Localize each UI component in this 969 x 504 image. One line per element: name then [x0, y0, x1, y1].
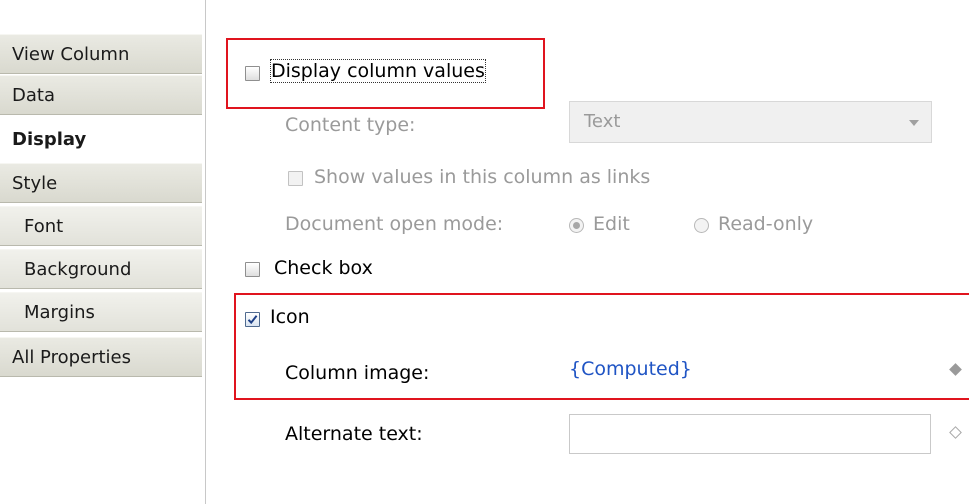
chevron-down-icon	[909, 120, 919, 126]
show-links-label: Show values in this column as links	[314, 166, 651, 188]
column-image-label: Column image:	[285, 362, 430, 384]
content-type-value: Text	[584, 111, 621, 132]
icon-checkbox[interactable]	[245, 312, 260, 327]
open-mode-edit-label: Edit	[593, 213, 630, 235]
icon-label: Icon	[270, 306, 310, 328]
alternate-text-label: Alternate text:	[285, 423, 423, 445]
property-nav: View Column Data Display Style Font Back…	[0, 0, 205, 504]
open-mode-edit-radio[interactable]	[569, 218, 584, 233]
display-values-label[interactable]: Display column values	[270, 59, 486, 83]
nav-item-background[interactable]: Background	[0, 249, 202, 289]
nav-item-all-properties[interactable]: All Properties	[0, 337, 202, 377]
alternate-text-input[interactable]	[569, 414, 931, 454]
open-mode-readonly-radio[interactable]	[694, 218, 709, 233]
content-type-select[interactable]: Text	[569, 101, 932, 143]
content-type-label: Content type:	[285, 114, 416, 136]
diamond-outline-icon[interactable]	[949, 426, 962, 439]
nav-item-display[interactable]: Display	[0, 119, 202, 159]
check-box-checkbox[interactable]	[245, 262, 260, 277]
open-mode-label: Document open mode:	[285, 213, 504, 235]
check-box-label: Check box	[274, 257, 373, 279]
nav-item-view-column[interactable]: View Column	[0, 34, 202, 74]
nav-item-data[interactable]: Data	[0, 75, 202, 115]
open-mode-readonly-label: Read-only	[718, 213, 814, 235]
column-image-value-link[interactable]: {Computed}	[569, 358, 692, 380]
nav-item-style[interactable]: Style	[0, 163, 202, 203]
show-links-checkbox[interactable]	[288, 171, 303, 186]
nav-item-margins[interactable]: Margins	[0, 292, 202, 332]
nav-item-font[interactable]: Font	[0, 206, 202, 246]
checkmark-icon	[247, 315, 258, 325]
display-values-checkbox[interactable]	[245, 66, 260, 81]
nav-divider	[205, 0, 206, 504]
